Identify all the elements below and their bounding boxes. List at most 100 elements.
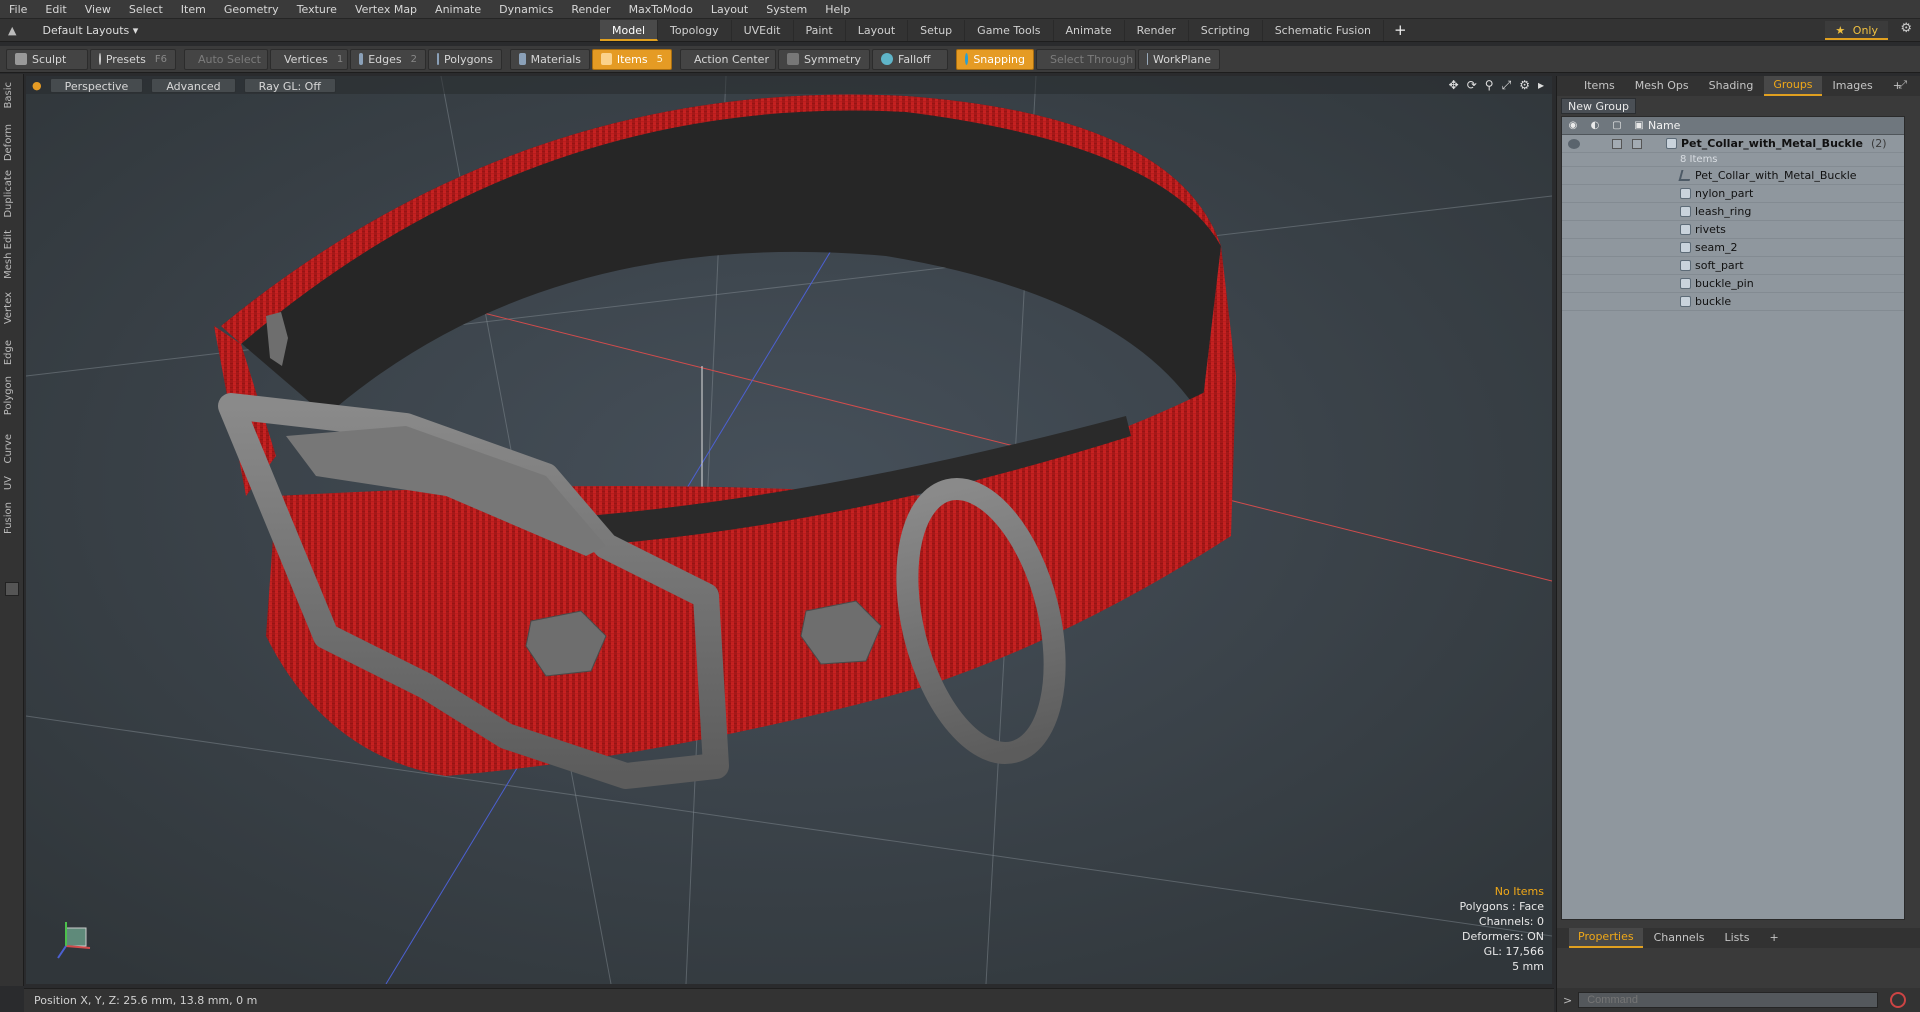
tab-layout[interactable]: Layout bbox=[846, 19, 909, 41]
left-tab-duplicate[interactable]: Duplicate bbox=[3, 170, 19, 218]
list-item[interactable]: nylon_part bbox=[1562, 185, 1904, 203]
viewport-nav-icons: ✥ ⟳ ⚲ ⤢ ⚙ ▸ bbox=[1449, 78, 1544, 93]
menu-edit[interactable]: Edit bbox=[36, 0, 75, 19]
sculpt-button[interactable]: Sculpt bbox=[6, 48, 88, 70]
tab-model[interactable]: Model bbox=[600, 19, 659, 41]
lock-column-icon[interactable]: ▢ bbox=[1606, 120, 1628, 131]
left-tab-vertex[interactable]: Vertex bbox=[3, 292, 19, 324]
menu-render[interactable]: Render bbox=[562, 0, 619, 19]
list-item[interactable]: buckle bbox=[1562, 293, 1904, 311]
rail-expand-button[interactable] bbox=[5, 582, 19, 596]
falloff-button[interactable]: Falloff bbox=[872, 48, 948, 70]
shading-mode-button[interactable]: Advanced bbox=[151, 77, 236, 93]
symmetry-button[interactable]: Symmetry bbox=[778, 48, 870, 70]
menu-maxtomodo[interactable]: MaxToModo bbox=[620, 0, 702, 19]
tab-scripting[interactable]: Scripting bbox=[1189, 19, 1263, 41]
new-group-button[interactable]: New Group bbox=[1561, 98, 1636, 114]
tab-shading[interactable]: Shading bbox=[1700, 77, 1763, 95]
tab-render[interactable]: Render bbox=[1125, 19, 1189, 41]
tab-game-tools[interactable]: Game Tools bbox=[965, 19, 1054, 41]
menu-vertex-map[interactable]: Vertex Map bbox=[346, 0, 426, 19]
rotate-view-icon[interactable]: ⟳ bbox=[1467, 78, 1477, 93]
list-item[interactable]: leash_ring bbox=[1562, 203, 1904, 221]
list-item[interactable]: seam_2 bbox=[1562, 239, 1904, 257]
menu-file[interactable]: File bbox=[0, 0, 36, 19]
action-center-button[interactable]: Action Center bbox=[680, 48, 776, 70]
menu-system[interactable]: System bbox=[757, 0, 816, 19]
panel-expand-icon[interactable]: ⤢ bbox=[1898, 78, 1907, 92]
left-tab-uv[interactable]: UV bbox=[3, 476, 19, 490]
item-name: buckle_pin bbox=[1695, 277, 1754, 290]
polygons-button[interactable]: Polygons bbox=[428, 48, 502, 70]
menu-help[interactable]: Help bbox=[816, 0, 859, 19]
record-macro-icon[interactable] bbox=[1890, 992, 1907, 1008]
menu-select[interactable]: Select bbox=[120, 0, 172, 19]
eye-icon[interactable] bbox=[1568, 139, 1580, 149]
gear-icon[interactable]: ⚙ bbox=[1900, 21, 1912, 36]
tab-schematic-fusion[interactable]: Schematic Fusion bbox=[1263, 19, 1385, 41]
viewport-expand-icon[interactable]: ▸ bbox=[1538, 78, 1544, 93]
tab-uvedit[interactable]: UVEdit bbox=[732, 19, 794, 41]
tab-items[interactable]: Items bbox=[1575, 77, 1624, 95]
3d-viewport[interactable]: ● Perspective Advanced Ray GL: Off ✥ ⟳ ⚲… bbox=[26, 76, 1552, 984]
menu-dynamics[interactable]: Dynamics bbox=[490, 0, 562, 19]
render-column-icon[interactable]: ◐ bbox=[1584, 120, 1606, 131]
add-tab-button[interactable]: + bbox=[1384, 21, 1417, 39]
select-column-icon[interactable]: ▣ bbox=[1628, 120, 1650, 131]
list-item[interactable]: Pet_Collar_with_Metal_Buckle bbox=[1562, 167, 1904, 185]
snapping-button[interactable]: Snapping bbox=[956, 48, 1034, 70]
tab-topology[interactable]: Topology bbox=[658, 19, 732, 41]
menu-animate[interactable]: Animate bbox=[426, 0, 490, 19]
materials-button[interactable]: Materials bbox=[510, 48, 590, 70]
tab-properties[interactable]: Properties bbox=[1569, 928, 1643, 948]
items-button[interactable]: Items 5 bbox=[592, 48, 672, 70]
left-tab-polygon[interactable]: Polygon bbox=[3, 376, 19, 415]
left-tab-deform[interactable]: Deform bbox=[3, 124, 19, 161]
left-tab-mesh-edit[interactable]: Mesh Edit bbox=[3, 230, 19, 279]
presets-button[interactable]: Presets F6 bbox=[90, 48, 176, 70]
menu-view[interactable]: View bbox=[76, 0, 120, 19]
move-view-icon[interactable]: ✥ bbox=[1449, 78, 1459, 93]
visibility-column-icon[interactable]: ◉ bbox=[1562, 120, 1584, 131]
list-item[interactable]: rivets bbox=[1562, 221, 1904, 239]
tab-mesh-ops[interactable]: Mesh Ops bbox=[1626, 77, 1698, 95]
menu-layout[interactable]: Layout bbox=[702, 0, 757, 19]
left-tab-edge[interactable]: Edge bbox=[3, 340, 19, 365]
vertices-button[interactable]: Vertices 1 bbox=[270, 48, 348, 70]
select-through-button[interactable]: Select Through bbox=[1036, 48, 1136, 70]
edges-button[interactable]: Edges 2 bbox=[350, 48, 426, 70]
fit-view-icon[interactable]: ⤢ bbox=[1502, 78, 1512, 93]
only-button[interactable]: ★ Only bbox=[1825, 21, 1888, 40]
group-row[interactable]: Pet_Collar_with_Metal_Buckle (2) bbox=[1562, 135, 1904, 153]
zoom-view-icon[interactable]: ⚲ bbox=[1485, 78, 1494, 93]
raygl-button[interactable]: Ray GL: Off bbox=[243, 77, 336, 93]
left-tab-fusion[interactable]: Fusion bbox=[3, 502, 19, 534]
tab-lists[interactable]: Lists bbox=[1716, 929, 1759, 947]
tab-groups[interactable]: Groups bbox=[1764, 76, 1822, 96]
select-toggle[interactable] bbox=[1632, 139, 1642, 149]
tab-setup[interactable]: Setup bbox=[908, 19, 966, 41]
list-item[interactable]: buckle_pin bbox=[1562, 275, 1904, 293]
view-mode-button[interactable]: Perspective bbox=[49, 77, 144, 93]
stats-selection: No Items bbox=[1494, 885, 1544, 898]
menu-item[interactable]: Item bbox=[172, 0, 215, 19]
viewport-settings-icon[interactable]: ⚙ bbox=[1519, 78, 1530, 93]
name-column-header[interactable]: Name bbox=[1648, 119, 1680, 132]
menu-geometry[interactable]: Geometry bbox=[215, 0, 288, 19]
tab-paint[interactable]: Paint bbox=[794, 19, 846, 41]
menu-texture[interactable]: Texture bbox=[288, 0, 346, 19]
auto-select-button[interactable]: Auto Select bbox=[184, 48, 268, 70]
tab-animate[interactable]: Animate bbox=[1054, 19, 1125, 41]
add-properties-tab-button[interactable]: + bbox=[1760, 929, 1787, 947]
lock-toggle[interactable] bbox=[1612, 139, 1622, 149]
tab-images[interactable]: Images bbox=[1824, 77, 1882, 95]
left-tab-basic[interactable]: Basic bbox=[3, 82, 19, 108]
viewport-dot-icon: ● bbox=[32, 78, 42, 92]
command-input[interactable] bbox=[1578, 992, 1879, 1008]
collapse-icon[interactable]: ▲ bbox=[8, 24, 16, 37]
tab-channels[interactable]: Channels bbox=[1645, 929, 1714, 947]
workplane-button[interactable]: WorkPlane bbox=[1138, 48, 1220, 70]
list-item[interactable]: soft_part bbox=[1562, 257, 1904, 275]
left-tab-curve[interactable]: Curve bbox=[3, 434, 19, 464]
layout-selector[interactable]: ▲ Default Layouts ▾ bbox=[0, 24, 600, 37]
